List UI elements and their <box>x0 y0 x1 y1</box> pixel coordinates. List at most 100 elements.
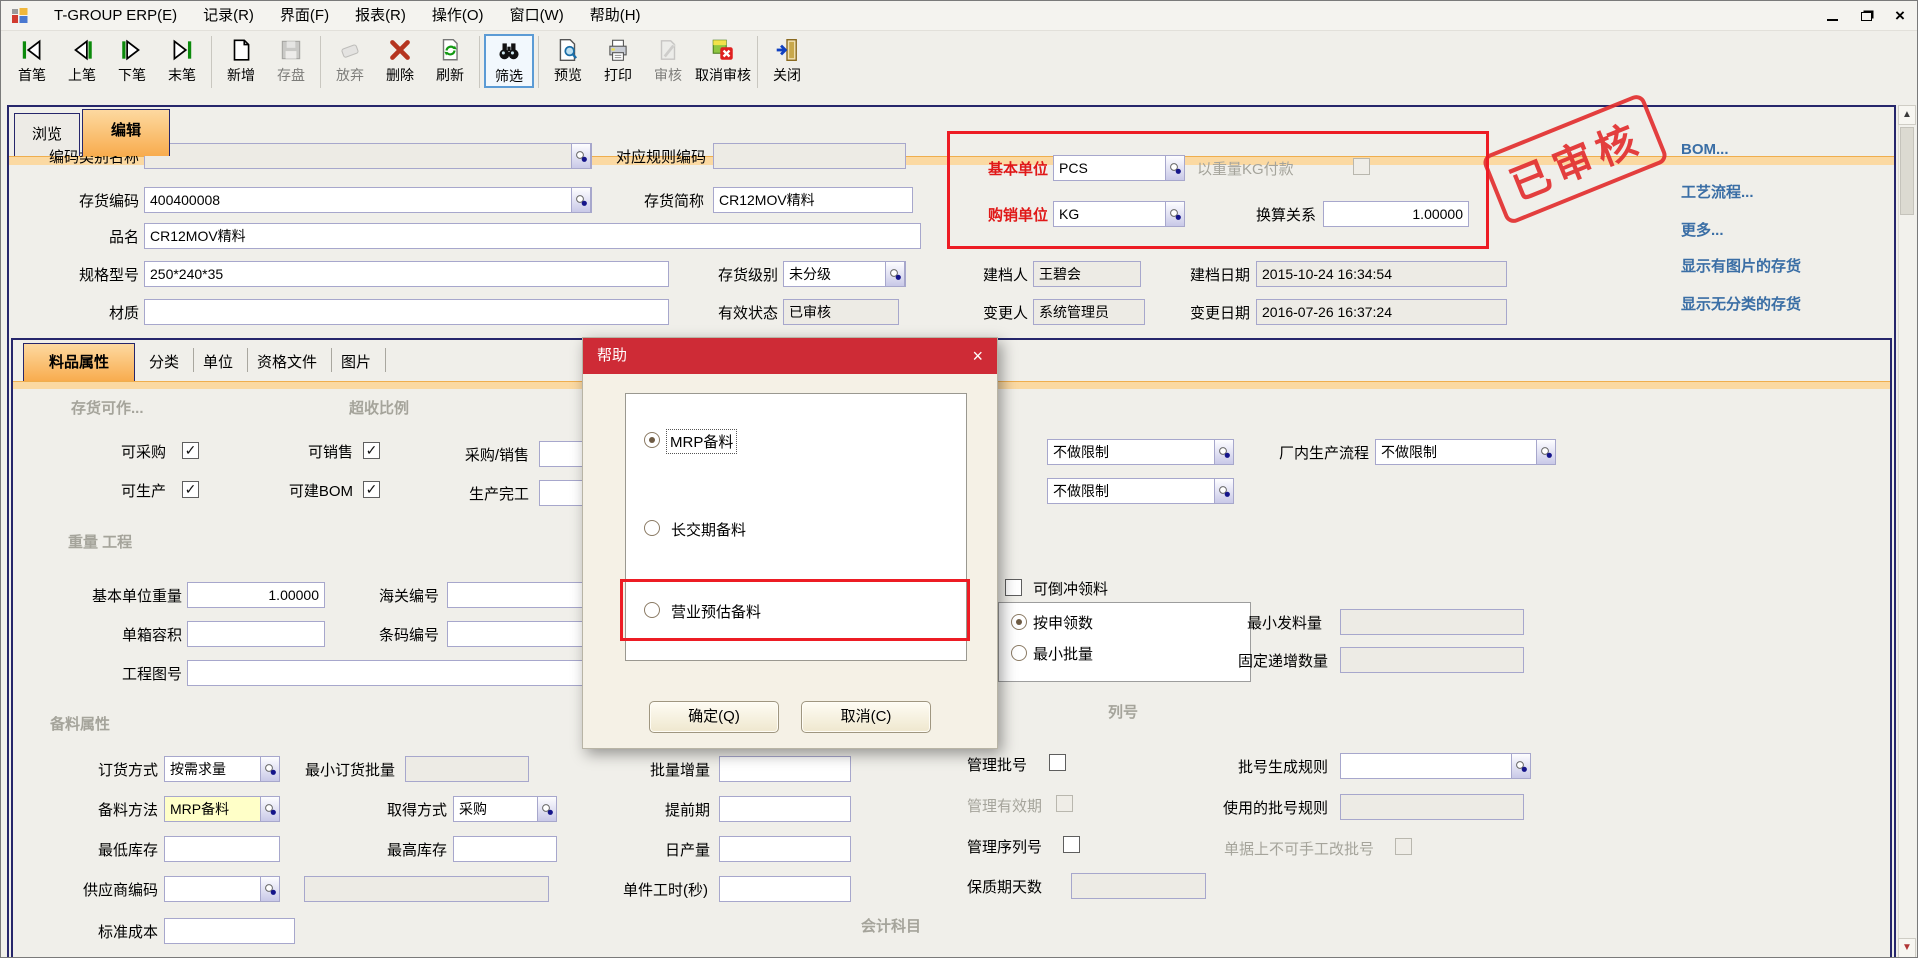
menu-item-app[interactable]: T-GROUP ERP(E) <box>41 1 190 31</box>
minimize-icon[interactable] <box>1823 7 1841 25</box>
material-field[interactable] <box>144 299 669 325</box>
toolbar-print-button[interactable]: 打印 <box>593 34 643 85</box>
dialog-cancel-button[interactable]: 取消(C) <box>801 701 931 733</box>
item-name-field[interactable]: CR12MOV精料 <box>144 223 921 249</box>
unit-seconds-field[interactable] <box>719 876 851 902</box>
link-more[interactable]: 更多... <box>1681 219 1724 240</box>
pay-by-weight-checkbox[interactable] <box>1353 158 1370 175</box>
can-produce-checkbox[interactable] <box>182 481 199 498</box>
batch-increment-field[interactable] <box>719 756 851 782</box>
trade-unit-field[interactable]: KG <box>1053 201 1166 227</box>
supplier-lookup-button[interactable] <box>260 876 280 902</box>
toolbar-audit-button[interactable]: 审核 <box>643 34 693 85</box>
toolbar-delete-button[interactable]: 删除 <box>375 34 425 85</box>
subtab-classification[interactable]: 分类 <box>149 351 179 372</box>
drawing-no-field[interactable] <box>187 660 586 686</box>
can-sale-checkbox[interactable] <box>363 442 380 459</box>
daily-output-field[interactable] <box>719 836 851 862</box>
subtab-item-attributes[interactable]: 料品属性 <box>23 343 135 381</box>
item-code-lookup-button[interactable] <box>571 187 591 213</box>
toolbar-first-button[interactable]: 首笔 <box>7 34 57 85</box>
manage-serial-checkbox[interactable] <box>1063 836 1080 853</box>
backflush-checkbox[interactable] <box>1005 579 1022 596</box>
toolbar-discard-button[interactable]: 放弃 <box>325 34 375 85</box>
dialog-ok-button[interactable]: 确定(Q) <box>649 701 779 733</box>
customs-code-field[interactable] <box>447 582 588 608</box>
box-volume-field[interactable] <box>187 621 325 647</box>
can-bom-checkbox[interactable] <box>363 481 380 498</box>
min-stock-field[interactable] <box>164 836 280 862</box>
scroll-down-icon[interactable]: ▼ <box>1898 938 1916 958</box>
scrollbar-thumb[interactable] <box>1900 127 1914 215</box>
acquire-mode-lookup-button[interactable] <box>537 796 557 822</box>
link-process-flow[interactable]: 工艺流程... <box>1681 181 1754 202</box>
toolbar-next-button[interactable]: 下笔 <box>107 34 157 85</box>
toolbar-new-button[interactable]: 新增 <box>216 34 266 85</box>
stock-method-field[interactable]: MRP备料 <box>164 796 261 822</box>
issue-by-request-radio[interactable] <box>1011 614 1027 630</box>
level-lookup-button[interactable] <box>885 261 905 287</box>
factory-flow-lookup-button[interactable] <box>1536 439 1556 465</box>
menu-item-operation[interactable]: 操作(O) <box>419 1 497 31</box>
item-code-field[interactable]: 400400008 <box>144 187 592 213</box>
lead-time-field[interactable] <box>719 796 851 822</box>
limit-a-field[interactable]: 不做限制 <box>1047 439 1215 465</box>
link-bom[interactable]: BOM... <box>1681 141 1729 158</box>
close-icon[interactable]: × <box>1891 7 1909 25</box>
coding-class-lookup-button[interactable] <box>571 143 591 169</box>
limit-b-lookup-button[interactable] <box>1214 478 1234 504</box>
toolbar-refresh-button[interactable]: 刷新 <box>425 34 475 85</box>
supplier-code-field[interactable] <box>164 876 261 902</box>
lot-rule-lookup-button[interactable] <box>1511 753 1531 779</box>
menu-item-interface[interactable]: 界面(F) <box>267 1 342 31</box>
menu-item-help[interactable]: 帮助(H) <box>577 1 654 31</box>
can-purchase-checkbox[interactable] <box>182 442 199 459</box>
link-show-unclassified[interactable]: 显示无分类的存货 <box>1681 293 1801 314</box>
order-mode-lookup-button[interactable] <box>260 756 280 782</box>
toolbar-save-button[interactable]: 存盘 <box>266 34 316 85</box>
subtab-images[interactable]: 图片 <box>341 351 371 372</box>
option-long-lead-label[interactable]: 长交期备料 <box>671 519 746 540</box>
manage-lot-checkbox[interactable] <box>1049 754 1066 771</box>
option-long-lead-radio[interactable] <box>644 520 660 536</box>
restore-icon[interactable] <box>1857 7 1875 25</box>
coding-class-field[interactable] <box>144 143 592 169</box>
base-unit-field[interactable]: PCS <box>1053 155 1166 181</box>
toolbar-cancel-audit-button[interactable]: 取消审核 <box>693 34 753 85</box>
base-unit-weight-field[interactable]: 1.00000 <box>187 582 325 608</box>
std-cost-field[interactable] <box>164 918 295 944</box>
menu-item-report[interactable]: 报表(R) <box>342 1 419 31</box>
tab-edit[interactable]: 编辑 <box>82 109 170 156</box>
rule-code-field[interactable] <box>713 143 906 169</box>
issue-min-batch-radio[interactable] <box>1011 645 1027 661</box>
toolbar-preview-button[interactable]: 预览 <box>543 34 593 85</box>
dialog-close-icon[interactable]: × <box>972 347 983 365</box>
limit-b-field[interactable]: 不做限制 <box>1047 478 1215 504</box>
option-sales-forecast-radio[interactable] <box>644 602 660 618</box>
vertical-scrollbar[interactable] <box>1898 105 1916 958</box>
max-stock-field[interactable] <box>453 836 557 862</box>
option-mrp-label[interactable]: MRP备料 <box>667 430 736 453</box>
factory-flow-field[interactable]: 不做限制 <box>1375 439 1537 465</box>
lot-rule-field[interactable] <box>1340 753 1512 779</box>
toolbar-last-button[interactable]: 末笔 <box>157 34 207 85</box>
subtab-qualification[interactable]: 资格文件 <box>257 351 317 372</box>
option-mrp-radio[interactable] <box>644 432 660 448</box>
order-mode-field[interactable]: 按需求量 <box>164 756 261 782</box>
menu-item-window[interactable]: 窗口(W) <box>497 1 577 31</box>
option-sales-forecast-label[interactable]: 营业预估备料 <box>671 601 761 622</box>
menu-item-record[interactable]: 记录(R) <box>190 1 267 31</box>
short-name-field[interactable]: CR12MOV精料 <box>713 187 913 213</box>
spec-field[interactable]: 250*240*35 <box>144 261 669 287</box>
scroll-up-icon[interactable]: ▲ <box>1898 105 1916 125</box>
toolbar-filter-button[interactable]: 筛选 <box>484 34 534 88</box>
help-dialog-titlebar[interactable]: 帮助 × <box>583 338 997 374</box>
barcode-field[interactable] <box>447 621 588 647</box>
link-show-with-images[interactable]: 显示有图片的存货 <box>1681 255 1801 276</box>
toolbar-prev-button[interactable]: 上笔 <box>57 34 107 85</box>
stock-method-lookup-button[interactable] <box>260 796 280 822</box>
toolbar-close-form-button[interactable]: 关闭 <box>762 34 812 85</box>
subtab-units[interactable]: 单位 <box>203 351 233 372</box>
limit-a-lookup-button[interactable] <box>1214 439 1234 465</box>
conversion-field[interactable]: 1.00000 <box>1323 201 1469 227</box>
